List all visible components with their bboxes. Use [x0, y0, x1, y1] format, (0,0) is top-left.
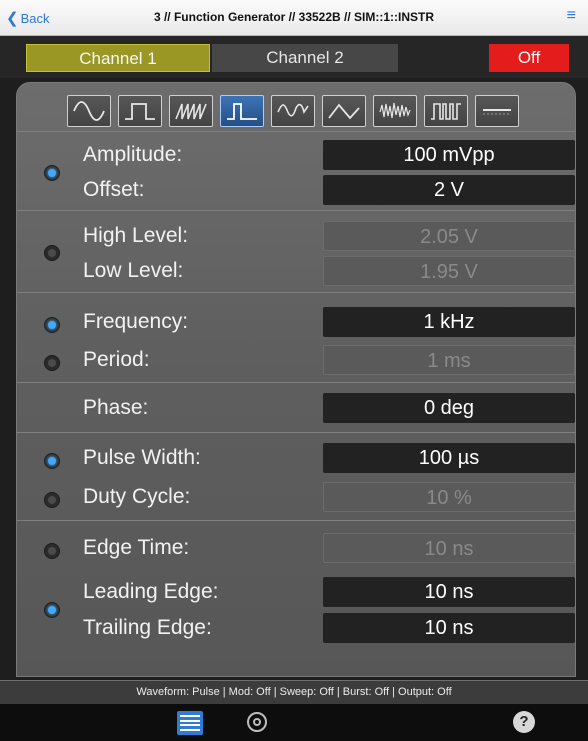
edge-time-radio[interactable] — [44, 543, 60, 559]
frequency-radio[interactable] — [44, 317, 60, 333]
parameter-panel: Amplitude: 100 mVpp Offset: 2 V High Lev… — [16, 82, 576, 677]
high-low-level-radio[interactable] — [44, 245, 60, 261]
square-wave-icon — [125, 103, 155, 120]
divider — [17, 131, 575, 132]
pulse-width-radio[interactable] — [44, 453, 60, 469]
period-label: Period: — [83, 348, 150, 371]
channel-bar: Channel 1 Channel 2 Off — [0, 36, 588, 78]
ramp-wave-icon — [175, 103, 207, 120]
channel-1-tab[interactable]: Channel 1 — [26, 44, 210, 72]
pulse-wave-button[interactable] — [220, 95, 264, 127]
radio-dot — [48, 547, 56, 555]
arbitrary-wave-button[interactable] — [271, 95, 315, 127]
radio-dot — [48, 457, 56, 465]
divider — [17, 520, 575, 521]
divider — [17, 382, 575, 383]
triangle-wave-button[interactable] — [322, 95, 366, 127]
frequency-field[interactable]: 1 kHz — [323, 307, 575, 337]
trailing-edge-field[interactable]: 10 ns — [323, 613, 575, 643]
status-bar: Waveform: Pulse | Mod: Off | Sweep: Off … — [0, 680, 588, 704]
period-field[interactable]: 1 ms — [323, 345, 575, 375]
high-level-field[interactable]: 2.05 V — [323, 221, 575, 251]
leading-edge-field[interactable]: 10 ns — [323, 577, 575, 607]
noise-wave-button[interactable] — [373, 95, 417, 127]
radio-dot — [48, 359, 56, 367]
target-icon[interactable] — [247, 712, 267, 732]
pulse-width-label: Pulse Width: — [83, 446, 201, 469]
arbitrary-wave-icon — [277, 103, 309, 117]
radio-dot — [48, 496, 56, 504]
dc-wave-button[interactable] — [475, 95, 519, 127]
radio-dot — [48, 321, 56, 329]
radio-dot — [48, 249, 56, 257]
leading-trailing-edge-radio[interactable] — [44, 602, 60, 618]
tab-bar: ? — [0, 704, 588, 741]
divider — [17, 432, 575, 433]
phase-field[interactable]: 0 deg — [323, 393, 575, 423]
pulse-width-field[interactable]: 100 µs — [323, 443, 575, 473]
dc-wave-icon — [483, 109, 511, 115]
divider — [17, 292, 575, 293]
ramp-wave-button[interactable] — [169, 95, 213, 127]
edge-time-field[interactable]: 10 ns — [323, 533, 575, 563]
radio-dot — [48, 169, 56, 177]
trailing-edge-label: Trailing Edge: — [83, 616, 212, 639]
low-level-label: Low Level: — [83, 259, 184, 282]
radio-dot — [48, 606, 56, 614]
duty-cycle-radio[interactable] — [44, 492, 60, 508]
amplitude-offset-radio[interactable] — [44, 165, 60, 181]
prbs-wave-icon — [431, 103, 461, 120]
duty-cycle-label: Duty Cycle: — [83, 485, 191, 508]
nav-bar: ❮ Back 3 // Function Generator // 33522B… — [0, 0, 588, 36]
page-title: 3 // Function Generator // 33522B // SIM… — [153, 10, 435, 24]
amplitude-label: Amplitude: — [83, 143, 183, 166]
sine-wave-icon — [73, 101, 105, 121]
output-toggle-button[interactable]: Off — [489, 44, 569, 72]
period-radio[interactable] — [44, 355, 60, 371]
edge-time-label: Edge Time: — [83, 536, 190, 559]
noise-wave-icon — [379, 102, 411, 119]
low-level-field[interactable]: 1.95 V — [323, 256, 575, 286]
waveform-selector — [67, 95, 526, 127]
channel-2-tab[interactable]: Channel 2 — [212, 44, 398, 72]
triangle-wave-icon — [328, 103, 360, 120]
help-icon[interactable]: ? — [513, 711, 535, 733]
duty-cycle-field[interactable]: 10 % — [323, 482, 575, 512]
divider — [17, 210, 575, 211]
leading-edge-label: Leading Edge: — [83, 580, 219, 603]
square-wave-button[interactable] — [118, 95, 162, 127]
pulse-wave-icon — [227, 103, 257, 120]
list-icon[interactable] — [177, 711, 203, 735]
high-level-label: High Level: — [83, 224, 189, 247]
frequency-label: Frequency: — [83, 310, 189, 333]
prbs-wave-button[interactable] — [424, 95, 468, 127]
amplitude-field[interactable]: 100 mVpp — [323, 140, 575, 170]
menu-icon[interactable]: ≡ — [567, 7, 576, 25]
offset-label: Offset: — [83, 178, 145, 201]
sine-wave-button[interactable] — [67, 95, 111, 127]
offset-field[interactable]: 2 V — [323, 175, 575, 205]
phase-label: Phase: — [83, 396, 149, 419]
